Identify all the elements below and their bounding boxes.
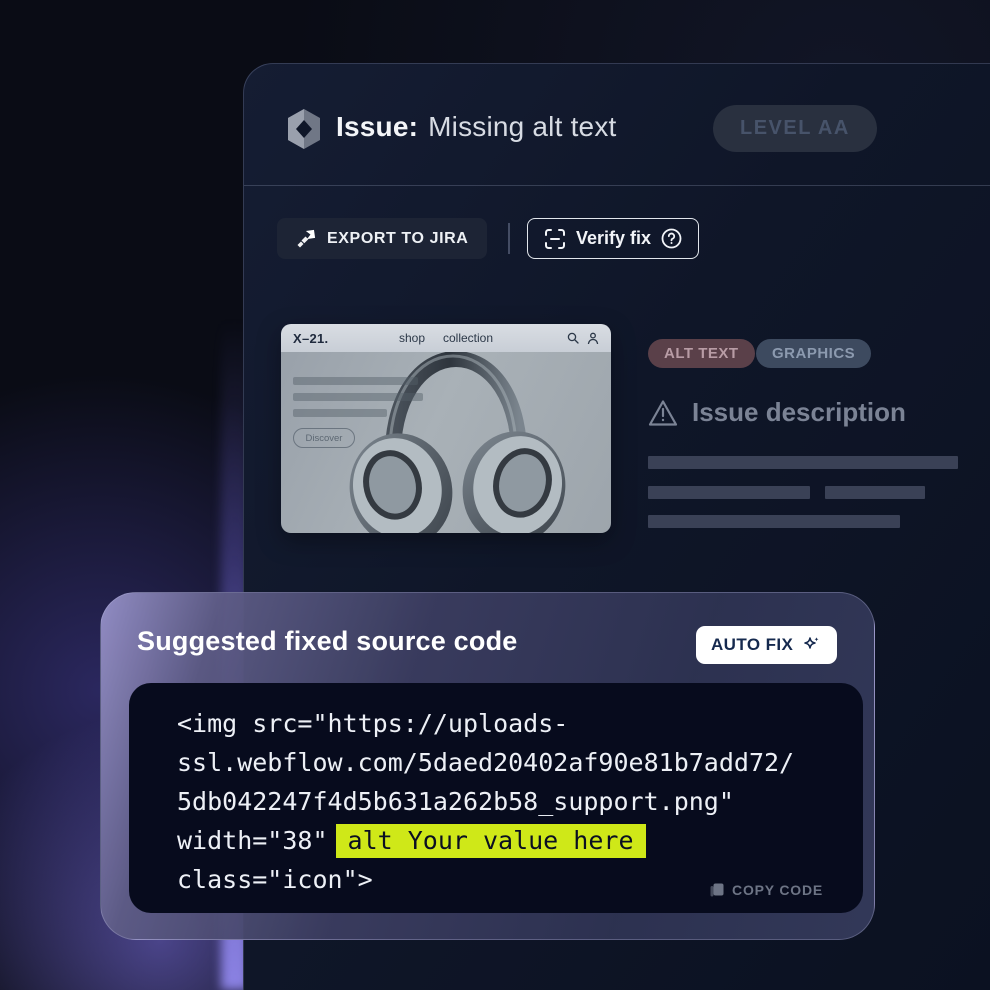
level-badge: LEVEL AA — [713, 105, 877, 152]
issue-label: Issue: — [336, 111, 418, 142]
alt-value-highlight: alt Your value here — [336, 824, 646, 858]
toolbar-separator — [508, 223, 510, 254]
preview-nav-collection: collection — [443, 331, 493, 345]
preview-nav-links: shop collection — [399, 331, 493, 345]
export-to-jira-button[interactable]: EXPORT TO JIRA — [277, 218, 487, 259]
header-divider — [244, 185, 990, 186]
description-placeholder — [648, 456, 958, 469]
code-line: 5db042247f4d5b631a262b58_support.png" — [177, 782, 853, 821]
graphics-tag: GRAPHICS — [756, 339, 871, 368]
sparkle-icon — [802, 635, 822, 655]
panel-title: Suggested fixed source code — [137, 626, 518, 657]
suggested-code-panel: Suggested fixed source code AUTO FIX <im… — [100, 592, 875, 940]
site-preview-thumbnail: X–21. shop collection — [281, 324, 611, 533]
jira-icon — [296, 229, 316, 249]
code-line: ssl.webflow.com/5daed20402af90e81b7add72… — [177, 743, 853, 782]
code-block: <img src="https://uploads- ssl.webflow.c… — [129, 683, 863, 913]
preview-logo: X–21. — [293, 331, 328, 346]
copy-icon — [709, 882, 725, 898]
alt-text-tag: ALT TEXT — [648, 339, 755, 368]
copy-code-label: COPY CODE — [732, 882, 823, 898]
preview-text-placeholder — [293, 377, 418, 385]
code-line: <img src="https://uploads- — [177, 704, 853, 743]
user-icon — [587, 332, 599, 344]
discover-button: Discover — [293, 428, 355, 448]
copy-code-button[interactable]: COPY CODE — [709, 882, 823, 898]
search-icon — [567, 332, 579, 344]
issue-title: Missing alt text — [428, 111, 616, 142]
auto-fix-label: AUTO FIX — [711, 635, 793, 655]
gem-icon — [285, 109, 323, 149]
preview-text-placeholder — [293, 409, 387, 417]
help-icon[interactable] — [661, 228, 682, 249]
issue-description-heading: Issue description — [648, 397, 906, 428]
auto-fix-button[interactable]: AUTO FIX — [696, 626, 837, 664]
export-button-label: EXPORT TO JIRA — [327, 230, 468, 248]
code-line: width="38"alt Your value here — [177, 821, 853, 860]
verify-button-label: Verify fix — [576, 228, 651, 249]
verify-fix-button[interactable]: Verify fix — [527, 218, 699, 259]
stage: Issue: Missing alt text LEVEL AA EXPORT T… — [0, 0, 990, 990]
preview-hero: Discover — [281, 352, 611, 533]
description-placeholder — [648, 486, 810, 499]
source-code: <img src="https://uploads- ssl.webflow.c… — [129, 683, 863, 899]
preview-navbar: X–21. shop collection — [281, 324, 611, 352]
preview-nav-shop: shop — [399, 331, 425, 345]
scan-icon — [544, 228, 566, 250]
description-placeholder — [648, 515, 900, 528]
preview-text-placeholder — [293, 393, 423, 401]
warning-icon — [648, 399, 678, 427]
page-title: Issue: Missing alt text — [336, 111, 617, 143]
description-placeholder — [825, 486, 925, 499]
